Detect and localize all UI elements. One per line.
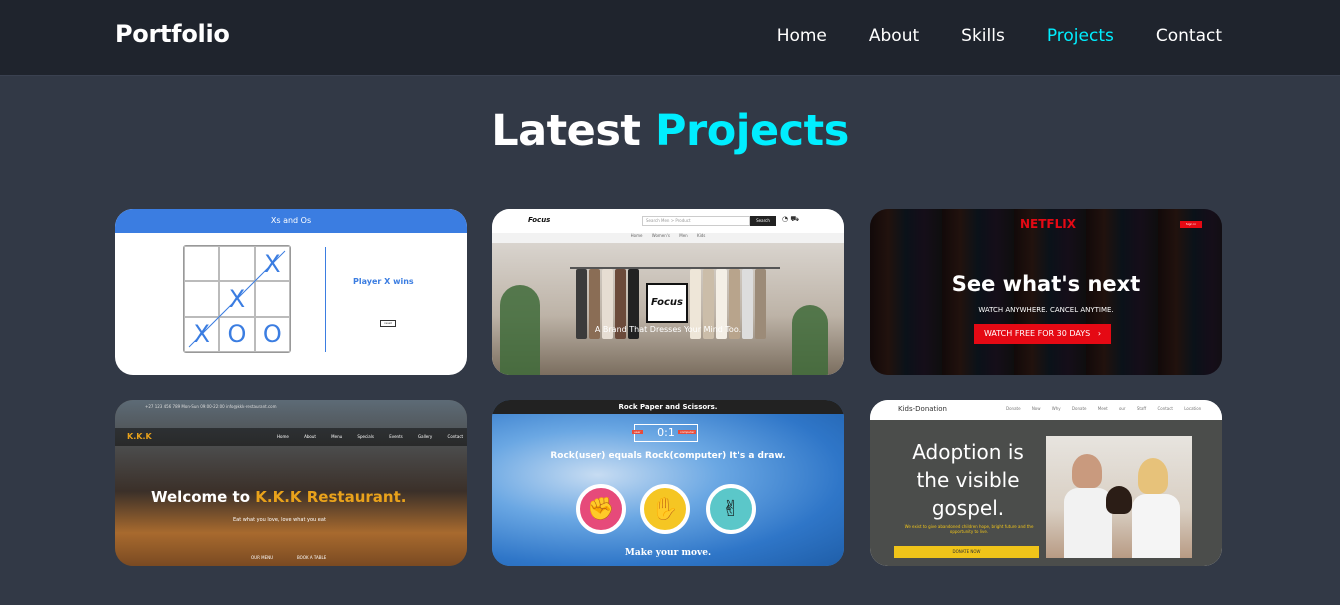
brand-tagline: A Brand That Dresses Your Mind Too.: [594, 325, 742, 334]
nav-home[interactable]: Home: [777, 26, 827, 46]
restaurant-name: K.K.K Restaurant.: [255, 488, 407, 506]
store-search-button: Search: [750, 216, 776, 226]
menu-button: OUR MENU: [251, 555, 274, 560]
nav-contact[interactable]: Contact: [1156, 26, 1222, 46]
rock-icon: ✊: [576, 484, 626, 534]
sign-in-button: Sign in: [1180, 221, 1202, 228]
restaurant-nav: K.K.K Home About Menu Specials Events Ga…: [115, 428, 467, 446]
restaurant-brand: K.K.K: [127, 432, 152, 441]
donation-links: Donate Now Why Donate Meet our Staff Con…: [1006, 406, 1202, 411]
donate-now-button: DONATE NOW: [894, 546, 1039, 558]
main-nav: Home About Skills Projects Contact: [735, 26, 1222, 46]
netflix-logo: NETFLIX: [1020, 217, 1076, 231]
restaurant-contact: +27 123 456 789 Mon-Sun 09:00-22:00 info…: [145, 404, 277, 409]
rps-title: Rock Paper and Scissors.: [492, 400, 844, 414]
win-line: [188, 250, 286, 348]
donation-headline: Adoption is the visible gospel.: [912, 440, 1024, 520]
donation-brand: Kids-Donation: [898, 405, 947, 413]
project-card-rps[interactable]: Rock Paper and Scissors. 0:1 user comput…: [492, 400, 844, 566]
project-card-focus[interactable]: Focus Search Men > Product Search ◔ ⛟ Ho…: [492, 209, 844, 375]
section-title-main: Latest: [491, 106, 641, 156]
nav-about[interactable]: About: [869, 26, 919, 46]
store-search: Search Men > Product: [642, 216, 750, 226]
user-label: user: [632, 430, 643, 434]
netflix-subheading: WATCH ANYWHERE. CANCEL ANYTIME.: [978, 306, 1114, 314]
computer-label: computer: [678, 430, 697, 434]
store-logo: Focus: [528, 216, 551, 224]
nav-projects[interactable]: Projects: [1047, 26, 1114, 46]
project-card-kids-donation[interactable]: Kids-Donation Donate Now Why Donate Meet…: [870, 400, 1222, 566]
donation-subtext: We exist to give abandoned children hope…: [904, 524, 1034, 534]
project-title: Xs and Os: [115, 209, 467, 233]
restaurant-tagline: Eat what you love, love what you eat: [233, 517, 326, 523]
watch-free-label: WATCH FREE FOR 30 DAYS: [983, 329, 1091, 338]
scissors-icon: ✌: [706, 484, 756, 534]
project-card-tictactoe[interactable]: Xs and Os X X X O O Player X wins reset: [115, 209, 467, 375]
game-status: Player X wins: [353, 277, 414, 286]
section-title-accent: Projects: [654, 106, 849, 156]
cart-icon: ◔ ⛟: [782, 215, 800, 223]
divider: [325, 247, 326, 352]
restaurant-topbar: +27 123 456 789 Mon-Sun 09:00-22:00 info…: [115, 404, 467, 414]
restaurant-links: Home About Menu Specials Events Gallery …: [277, 434, 464, 439]
reset-button: reset: [380, 320, 396, 327]
section-title: Latest Projects: [0, 106, 1340, 156]
nav-skills[interactable]: Skills: [961, 26, 1005, 46]
restaurant-photo: [115, 400, 467, 566]
welcome-text: Welcome to: [151, 488, 251, 506]
netflix-headline: See what's next: [951, 272, 1141, 296]
donation-header: Kids-Donation Donate Now Why Donate Meet…: [870, 400, 1222, 420]
site-logo[interactable]: Portfolio: [115, 20, 230, 48]
paper-icon: ✋: [640, 484, 690, 534]
family-photo: [1046, 436, 1192, 558]
book-table-button: BOOK A TABLE: [297, 555, 327, 560]
brand-badge: Focus: [646, 283, 688, 323]
store-links: Home Women's Men Kids: [630, 233, 706, 238]
project-card-restaurant[interactable]: +27 123 456 789 Mon-Sun 09:00-22:00 info…: [115, 400, 467, 566]
chevron-right-icon: ›: [1092, 329, 1102, 338]
make-move-prompt: Make your move.: [624, 548, 712, 558]
watch-free-button: WATCH FREE FOR 30 DAYS ›: [974, 324, 1111, 344]
round-result: Rock(user) equals Rock(computer) It's a …: [550, 451, 786, 461]
site-header: Portfolio Home About Skills Projects Con…: [0, 0, 1340, 76]
restaurant-welcome: Welcome to K.K.K Restaurant.: [151, 488, 406, 506]
store-header: Focus Search Men > Product Search ◔ ⛟: [492, 209, 844, 233]
project-card-netflix[interactable]: NETFLIX Sign in See what's next WATCH AN…: [870, 209, 1222, 375]
plant-shape: [792, 305, 828, 375]
